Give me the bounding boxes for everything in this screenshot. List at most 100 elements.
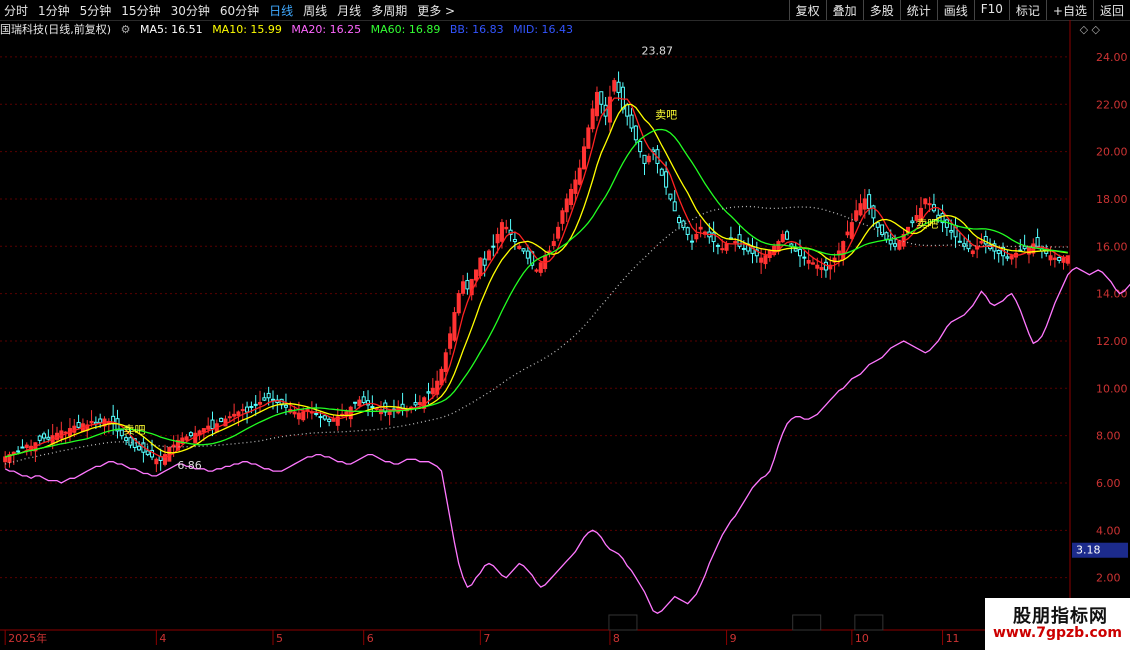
candle-body xyxy=(681,220,686,228)
candlestick-chart[interactable]: 2.00 4.00 6.00 8.00 10.00 12.00 14.00 16.00 18.0… xyxy=(0,0,1130,650)
candle-body xyxy=(642,154,647,164)
y-tick-label: 8.00 xyxy=(1096,430,1121,443)
candle-body xyxy=(551,241,556,246)
candle-body xyxy=(188,432,193,437)
candle-body xyxy=(560,210,565,224)
x-tick-label: 2025年 xyxy=(8,631,47,645)
x-tick-label: 4 xyxy=(159,632,166,645)
candle-body xyxy=(677,217,682,224)
candle-body xyxy=(46,436,51,440)
candle-body xyxy=(3,456,8,463)
candle-body xyxy=(512,239,517,243)
chart-annotation: 卖吧 xyxy=(916,217,938,230)
candle-body xyxy=(210,419,215,430)
candle-body xyxy=(42,433,47,439)
candle-body xyxy=(664,171,669,188)
candle-body xyxy=(301,411,306,421)
candle-body xyxy=(465,280,470,290)
candle-body xyxy=(128,437,133,446)
candle-body xyxy=(124,437,129,441)
candle-body xyxy=(478,257,483,277)
candle-body xyxy=(357,399,362,407)
candle-body xyxy=(620,86,625,110)
x-tick-label: 5 xyxy=(276,632,283,645)
candle-body xyxy=(1035,237,1040,247)
candle-body xyxy=(564,198,569,213)
candle-body xyxy=(923,198,928,205)
candle-body xyxy=(201,428,206,433)
candle-body xyxy=(854,210,859,221)
candle-body xyxy=(24,444,29,449)
candle-body xyxy=(819,267,824,271)
x-tick-label: 10 xyxy=(855,632,869,645)
candle-body xyxy=(759,257,764,263)
candle-body xyxy=(763,255,768,265)
y-tick-label: 20.00 xyxy=(1096,146,1128,159)
candle-body xyxy=(741,247,746,250)
candle-body xyxy=(538,262,543,273)
candle-body xyxy=(802,256,807,259)
candle-body xyxy=(137,445,142,451)
candle-body xyxy=(590,108,595,130)
candle-body xyxy=(616,81,621,93)
ma10-line xyxy=(5,103,1068,458)
candle-body xyxy=(806,259,811,264)
candle-body xyxy=(849,222,854,239)
candle-body xyxy=(875,222,880,228)
x-tick-label: 8 xyxy=(613,632,620,645)
candle-body xyxy=(785,231,790,240)
candle-body xyxy=(370,406,375,409)
candle-body xyxy=(694,233,699,240)
candle-body xyxy=(698,226,703,230)
candle-body xyxy=(482,258,487,266)
low-indicator-line xyxy=(4,266,1130,614)
candle-body xyxy=(499,222,504,242)
candle-body xyxy=(327,418,332,422)
candle-body xyxy=(283,404,288,408)
candle-body xyxy=(724,243,729,251)
candle-body xyxy=(266,392,271,399)
candle-body xyxy=(599,91,604,105)
x-tick-label: 9 xyxy=(730,632,737,645)
event-marker-box xyxy=(854,614,884,631)
candle-body xyxy=(76,422,81,428)
y-tick-label: 4.00 xyxy=(1096,524,1121,537)
candle-body xyxy=(780,233,785,243)
candle-body xyxy=(888,239,893,245)
candle-body xyxy=(270,398,276,401)
y-tick-label: 16.00 xyxy=(1096,240,1128,253)
candle-body xyxy=(534,269,539,272)
candle-body xyxy=(996,250,1001,254)
candle-body xyxy=(556,226,561,239)
candle-body xyxy=(292,411,297,415)
candle-body xyxy=(715,244,720,247)
y-tick-label: 22.00 xyxy=(1096,98,1128,111)
candle-body xyxy=(245,406,250,413)
candle-body xyxy=(793,248,798,252)
candle-body xyxy=(167,446,172,462)
candle-body xyxy=(1052,257,1057,260)
candle-body xyxy=(690,240,695,243)
candle-body xyxy=(89,420,94,424)
y-tick-label: 14.00 xyxy=(1096,288,1128,301)
y-tick-label: 18.00 xyxy=(1096,193,1128,206)
event-marker-box xyxy=(608,614,638,631)
candle-body xyxy=(456,293,461,314)
candle-body xyxy=(249,405,254,408)
candle-body xyxy=(629,114,634,129)
candle-body xyxy=(733,241,738,244)
candle-body xyxy=(823,261,828,271)
candle-body xyxy=(145,450,150,456)
candle-body xyxy=(154,458,159,465)
candle-body xyxy=(927,203,932,206)
candle-body xyxy=(1057,257,1062,261)
candle-body xyxy=(594,91,599,117)
candle-body xyxy=(1061,257,1066,263)
candle-body xyxy=(305,409,310,412)
candle-body xyxy=(638,140,643,153)
candle-body xyxy=(858,203,863,216)
candle-body xyxy=(582,146,587,170)
chart-annotation: 卖吧 xyxy=(123,423,145,436)
candle-body xyxy=(862,198,867,210)
candle-body xyxy=(797,249,803,257)
